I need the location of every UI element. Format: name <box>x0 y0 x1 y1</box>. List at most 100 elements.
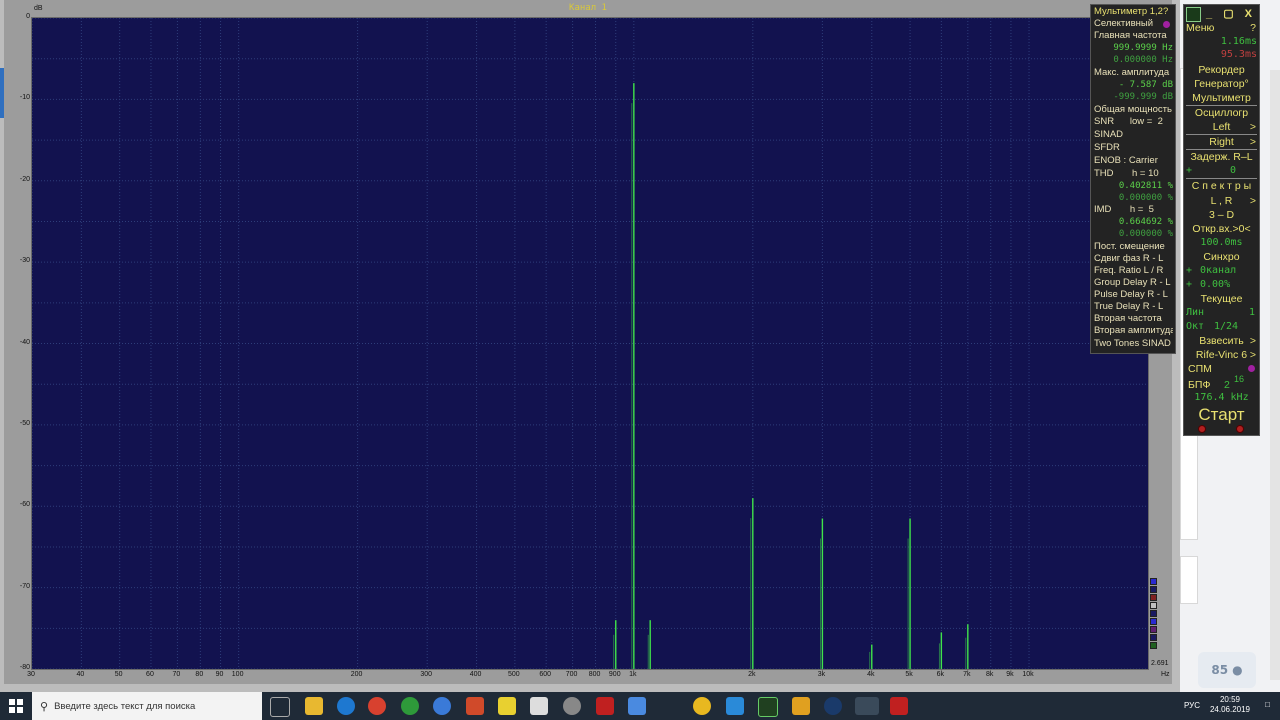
sync-channel-readout[interactable]: + 0канал <box>1186 264 1257 278</box>
dc-offset-row[interactable]: Пост. смещение <box>1094 241 1173 253</box>
trace-box[interactable] <box>1150 578 1157 585</box>
imd-row[interactable]: IMD h = 5 <box>1094 204 1173 216</box>
trace-box[interactable] <box>1150 586 1157 593</box>
two-tones-sinad-row[interactable]: Two Tones SINAD <box>1094 338 1173 350</box>
spectrum-svg <box>32 18 1148 669</box>
app-icon-wave[interactable] <box>890 697 908 715</box>
trace-box[interactable] <box>1150 642 1157 649</box>
steam-icon[interactable] <box>824 697 842 715</box>
app-icon-gray[interactable] <box>563 697 581 715</box>
app-icon-settings[interactable] <box>726 697 744 715</box>
oct-readout[interactable]: Окт 1/24 <box>1186 320 1257 334</box>
windows-start-button[interactable] <box>0 692 32 720</box>
clock[interactable]: 20:59 24.06.2019 <box>1210 695 1250 715</box>
x-tick-label: 500 <box>508 671 520 678</box>
max-amp-label[interactable]: Макс. амплитуда <box>1094 67 1173 79</box>
sync-button[interactable]: Синхро <box>1186 250 1257 264</box>
app-icon-white[interactable] <box>530 697 548 715</box>
x-tick-label: 300 <box>420 671 433 678</box>
file-explorer-icon[interactable] <box>305 697 323 715</box>
notification-icon[interactable]: □ <box>1265 700 1270 709</box>
x-tick-label: 700 <box>565 671 578 678</box>
x-tick-label: 7k <box>963 671 971 678</box>
thd-row[interactable]: THD h = 10 <box>1094 168 1173 180</box>
oscilloscope-button[interactable]: Осциллогр <box>1186 106 1257 120</box>
y-tick-label: -20 <box>19 175 30 183</box>
x-tick-label: 1k <box>629 671 637 678</box>
delay-readout[interactable]: + 0 <box>1186 164 1257 178</box>
trace-box[interactable] <box>1150 594 1157 601</box>
app-icon-doc[interactable] <box>628 697 646 715</box>
background-scrollbar[interactable] <box>1270 70 1280 680</box>
chrome-icon[interactable] <box>368 697 386 715</box>
spm-toggle[interactable]: СПМ <box>1188 362 1257 376</box>
trace-selector[interactable] <box>1150 578 1158 650</box>
rife-vinc-button[interactable]: Rife-Vinc 6 > <box>1186 348 1257 362</box>
pulse-delay-row[interactable]: Pulse Delay R - L <box>1094 289 1173 301</box>
app-icon-green[interactable] <box>401 697 419 715</box>
group-delay-row[interactable]: Group Delay R - L <box>1094 277 1173 289</box>
trace-box[interactable] <box>1150 602 1157 609</box>
edge-icon[interactable] <box>337 697 355 715</box>
weigh-button[interactable]: Взвесить > <box>1186 334 1257 348</box>
spectrum-window: Канал 1 dB Hz 2.691 0 -10 -20 -30 -40 -50 -60 -… <box>4 0 1172 684</box>
left-channel-button[interactable]: Left > <box>1186 120 1257 134</box>
y-tick-label: -10 <box>19 94 30 102</box>
main-freq-label[interactable]: Главная частота <box>1094 30 1173 42</box>
multimeter-button[interactable]: Мультиметр <box>1186 91 1257 105</box>
lr-button[interactable]: L , R > <box>1186 194 1257 208</box>
trace-box[interactable] <box>1150 610 1157 617</box>
app-icon-yellow[interactable] <box>498 697 516 715</box>
trace-box[interactable] <box>1150 626 1157 633</box>
multimeter-title[interactable]: Мультиметр 1,2? <box>1094 6 1173 18</box>
x-tick-label: 90 <box>215 671 224 678</box>
trace-box[interactable] <box>1150 618 1157 625</box>
selective-toggle[interactable]: Селективный <box>1094 18 1173 30</box>
app-icon-64[interactable] <box>596 697 614 715</box>
trace-box[interactable] <box>1150 634 1157 641</box>
control-panel: _ ▢ X Меню ? 1.16ms 95.3ms Рекордер Гене… <box>1183 4 1260 436</box>
help-button[interactable]: ? <box>1250 21 1256 35</box>
sync-level-readout[interactable]: + 0.00% <box>1186 278 1257 292</box>
app-icon-orange[interactable] <box>693 697 711 715</box>
taskbar-search[interactable]: ⚲ Введите здесь текст для поиска <box>32 692 262 720</box>
participants-badge[interactable]: 85 ● <box>1198 652 1256 688</box>
generator-button[interactable]: Генератор° <box>1186 77 1257 91</box>
enob-row[interactable]: ENOB : Carrier <box>1094 155 1173 167</box>
chevron-right-icon: > <box>1249 349 1256 361</box>
x-tick-label: 600 <box>539 671 551 678</box>
y-tick-label: -30 <box>19 257 30 265</box>
analyzer-taskbar-icon[interactable] <box>758 697 778 717</box>
app-icon-blue[interactable] <box>433 697 451 715</box>
total-power[interactable]: Общая мощность <box>1094 104 1173 116</box>
open-input-button[interactable]: Откр.вх.>0< <box>1186 222 1257 236</box>
freq-ratio-row[interactable]: Freq. Ratio L / R <box>1094 265 1173 277</box>
app-icon[interactable] <box>1186 7 1201 22</box>
task-view-icon[interactable] <box>270 697 290 717</box>
language-indicator[interactable]: РУС <box>1184 701 1200 710</box>
second-freq-row[interactable]: Вторая частота <box>1094 313 1173 325</box>
sfdr-row[interactable]: SFDR <box>1094 142 1173 154</box>
spectra-button[interactable]: С п е к т р ы <box>1186 179 1257 193</box>
active-analyzer-taskbar-icon[interactable] <box>855 697 879 715</box>
menu-button[interactable]: Меню ? <box>1186 21 1257 35</box>
current-button[interactable]: Текущее <box>1186 292 1257 306</box>
chevron-right-icon: > <box>1249 136 1256 148</box>
right-channel-button[interactable]: Right > <box>1186 135 1257 149</box>
delay-button[interactable]: Задерж. R–L <box>1186 150 1257 164</box>
lin-readout[interactable]: Лин 1 <box>1186 306 1257 320</box>
sinad-row[interactable]: SINAD <box>1094 129 1173 141</box>
x-tick-label: 4k <box>867 671 875 678</box>
second-amp-row[interactable]: Вторая амплитуда <box>1094 325 1173 337</box>
three-d-button[interactable]: 3 – D <box>1186 208 1257 222</box>
app-icon-folder[interactable] <box>792 697 810 715</box>
recorder-button[interactable]: Рекордер <box>1186 63 1257 77</box>
true-delay-row[interactable]: True Delay R - L <box>1094 301 1173 313</box>
phase-shift-row[interactable]: Сдвиг фаз R - L <box>1094 253 1173 265</box>
fft-size[interactable]: БПФ 2 16 <box>1188 374 1257 392</box>
spectrum-plot[interactable] <box>31 17 1149 670</box>
snr-row[interactable]: SNR low = 2 <box>1094 116 1173 128</box>
window-buttons[interactable]: _ ▢ X <box>1206 7 1256 20</box>
app-icon-red[interactable] <box>466 697 484 715</box>
start-button[interactable]: Старт <box>1184 405 1259 425</box>
